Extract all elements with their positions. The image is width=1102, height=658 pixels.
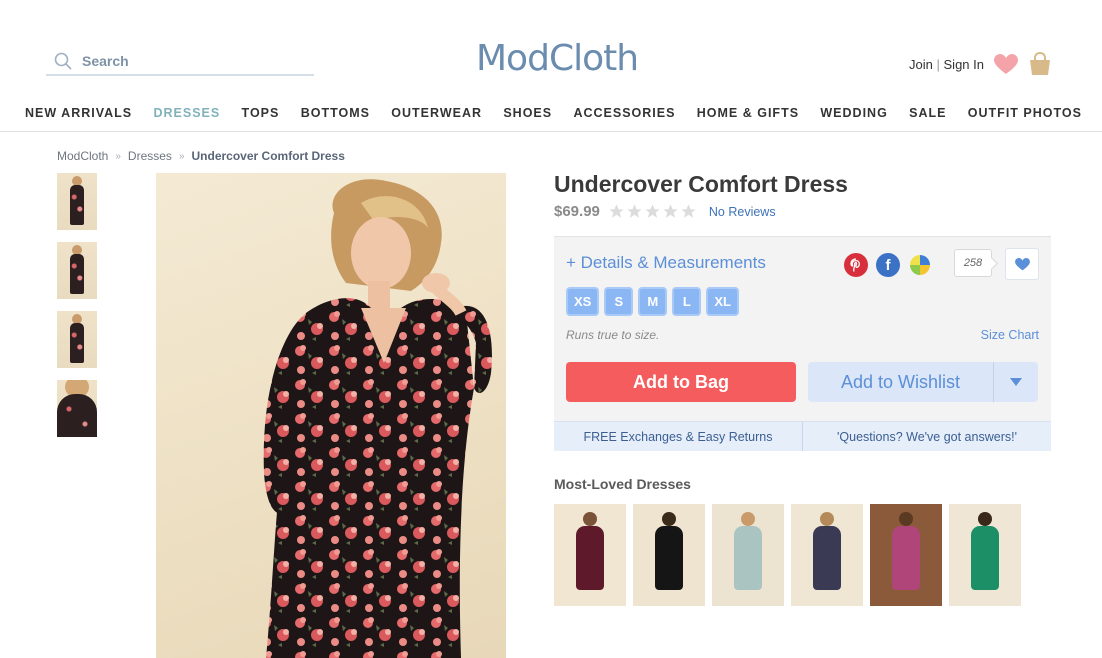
nav-bottoms[interactable]: BOTTOMS [301,98,370,131]
star-icon [627,204,642,218]
price-row: $69.99 No Reviews [554,203,776,220]
fit-note: Runs true to size. [566,328,660,342]
heart-icon [1014,257,1030,270]
join-link[interactable]: Join [909,57,933,72]
breadcrumb-home[interactable]: ModCloth [57,149,108,163]
polyvore-icon[interactable] [908,253,932,277]
breadcrumb-current: Undercover Comfort Dress [191,149,345,163]
star-icon [663,204,678,218]
most-loved-item[interactable] [712,504,784,606]
reviews-link[interactable]: No Reviews [709,205,776,219]
nav-home-gifts[interactable]: HOME & GIFTS [697,98,799,131]
pinterest-icon[interactable] [844,253,868,277]
nav-outfit-photos[interactable]: OUTFIT PHOTOS [968,98,1082,131]
size-option-s[interactable]: S [604,287,634,316]
product-thumbnails [57,173,97,437]
sign-in-link[interactable]: Sign In [944,57,984,72]
product-price: $69.99 [554,203,600,220]
chevron-down-icon [1010,378,1022,386]
facebook-icon[interactable]: f [876,253,900,277]
heart-icon[interactable] [994,53,1018,75]
size-selector: XS S M L XL [566,287,739,316]
breadcrumb: ModCloth » Dresses » Undercover Comfort … [57,149,345,163]
most-loved-item[interactable] [870,504,942,606]
star-icon [645,204,660,218]
account-area: Join | Sign In [909,52,1052,76]
most-loved-heading: Most-Loved Dresses [554,476,691,492]
search-bar[interactable] [46,48,314,76]
favorite-button[interactable] [1005,248,1039,280]
purchase-panel: + Details & Measurements f 258 XS S M L … [554,236,1051,451]
nav-wedding[interactable]: WEDDING [820,98,887,131]
details-measurements-toggle[interactable]: + Details & Measurements [566,253,766,273]
share-buttons: f [844,253,932,277]
nav-dresses[interactable]: DRESSES [153,98,220,131]
star-icon [681,204,696,218]
most-loved-carousel [554,504,1021,606]
service-links: FREE Exchanges & Easy Returns 'Questions… [554,421,1051,451]
model-figure [263,179,492,658]
size-chart-link[interactable]: Size Chart [981,328,1039,342]
most-loved-item[interactable] [949,504,1021,606]
main-nav: NEW ARRIVALS DRESSES TOPS BOTTOMS OUTERW… [0,98,1102,132]
product-thumbnail[interactable] [57,173,97,230]
product-thumbnail[interactable] [57,242,97,299]
nav-shoes[interactable]: SHOES [503,98,552,131]
add-to-wishlist-button[interactable]: Add to Wishlist [808,362,1038,402]
nav-new-arrivals[interactable]: NEW ARRIVALS [25,98,132,131]
nav-outerwear[interactable]: OUTERWEAR [391,98,482,131]
most-loved-item[interactable] [554,504,626,606]
search-icon [54,52,72,70]
search-input[interactable] [82,53,282,69]
star-icon [609,204,624,218]
share-count-badge: 258 [954,249,992,277]
shopping-bag-icon[interactable] [1028,52,1052,76]
size-option-l[interactable]: L [672,287,702,316]
size-option-m[interactable]: M [638,287,668,316]
breadcrumb-separator: » [178,150,185,162]
questions-link[interactable]: 'Questions? We've got answers!' [803,422,1051,451]
most-loved-item[interactable] [633,504,705,606]
modcloth-logo[interactable]: ModCloth [476,38,639,79]
size-option-xs[interactable]: XS [566,287,600,316]
nav-tops[interactable]: TOPS [242,98,280,131]
size-option-xl[interactable]: XL [706,287,739,316]
add-to-bag-button[interactable]: Add to Bag [566,362,796,402]
breadcrumb-separator: » [115,150,121,162]
product-thumbnail[interactable] [57,380,97,437]
wishlist-dropdown-toggle[interactable] [994,362,1038,402]
most-loved-item[interactable] [791,504,863,606]
nav-accessories[interactable]: ACCESSORIES [573,98,675,131]
rating-stars [608,203,697,220]
product-main-image[interactable] [156,173,506,658]
nav-sale[interactable]: SALE [909,98,946,131]
add-to-wishlist-label[interactable]: Add to Wishlist [808,362,994,402]
free-exchanges-link[interactable]: FREE Exchanges & Easy Returns [554,422,803,451]
product-title: Undercover Comfort Dress [554,171,848,197]
product-thumbnail[interactable] [57,311,97,368]
breadcrumb-dresses[interactable]: Dresses [128,149,172,163]
